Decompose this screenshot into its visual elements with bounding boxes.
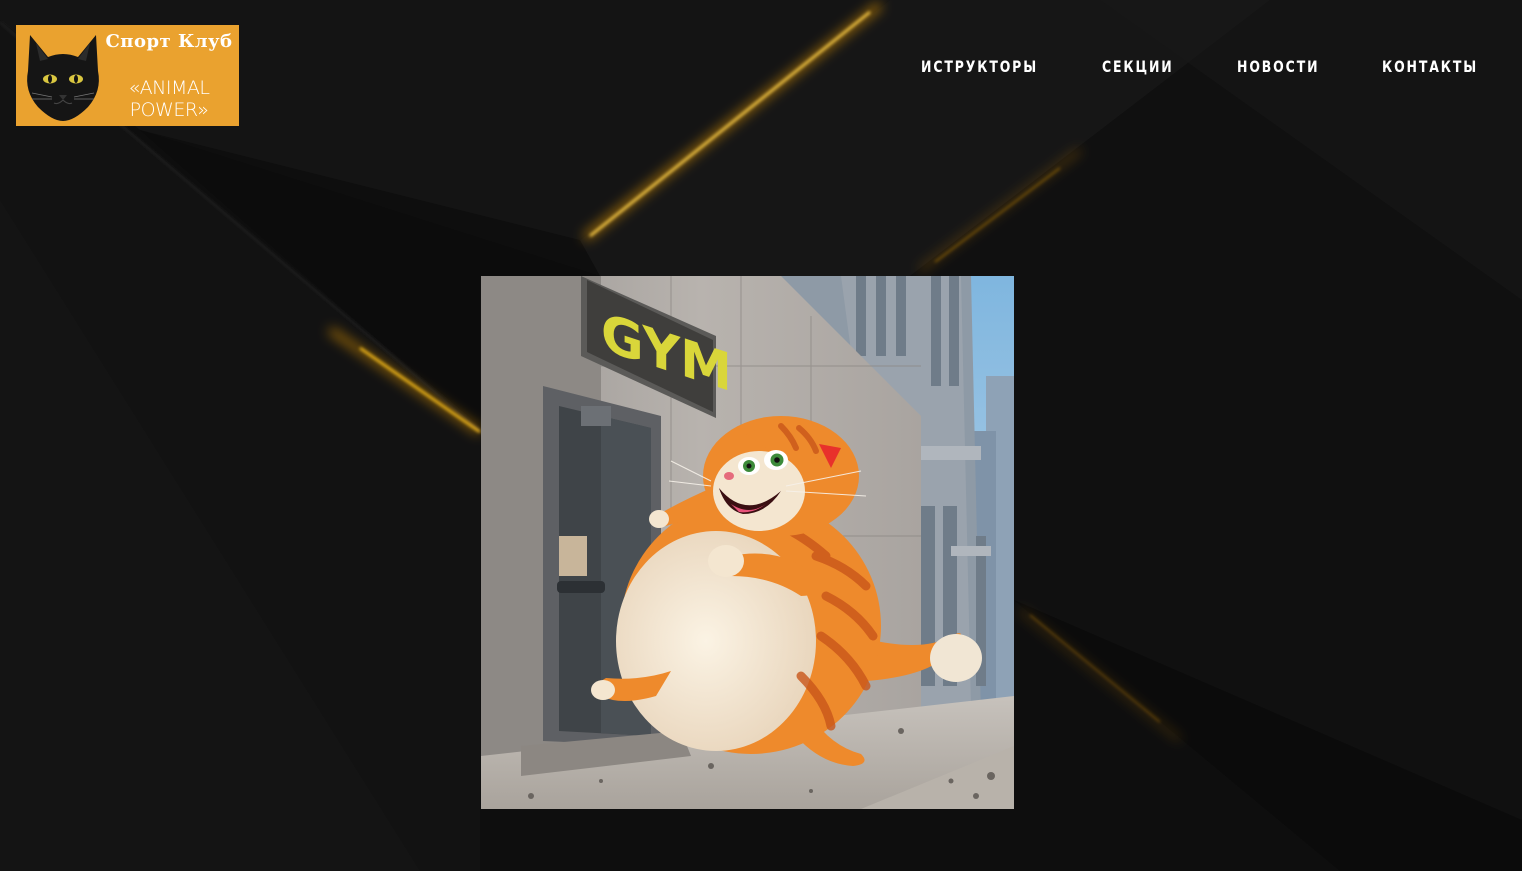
- nav-link-news[interactable]: НОВОСТИ: [1237, 57, 1319, 76]
- logo-subtitle-line1: «ANIMAL: [128, 77, 210, 99]
- nav-link-sections[interactable]: СЕКЦИИ: [1102, 57, 1174, 76]
- page: Спорт Клуб «ANIMAL POWER» ИСТРУКТОРЫ СЕК…: [0, 0, 1522, 871]
- logo-title: Спорт Клуб: [105, 31, 233, 52]
- hero-image: GYM: [481, 276, 1014, 809]
- site-logo[interactable]: Спорт Клуб «ANIMAL POWER»: [16, 25, 239, 126]
- nav-link-contacts[interactable]: КОНТАКТЫ: [1382, 57, 1478, 76]
- nav-link-instructors[interactable]: ИСТРУКТОРЫ: [921, 57, 1038, 76]
- logo-subtitle-line2: POWER»: [129, 99, 209, 121]
- black-cat-icon: [27, 35, 99, 121]
